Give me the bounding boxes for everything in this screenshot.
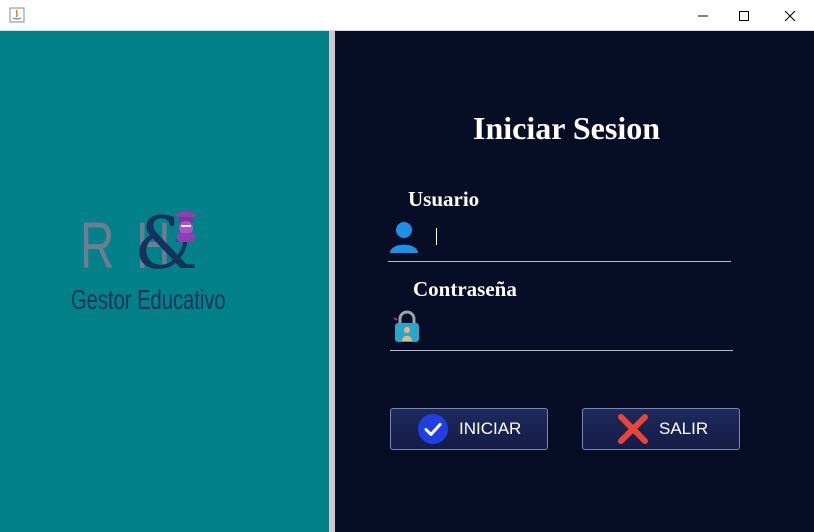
- page-title: Iniciar Sesion: [473, 110, 660, 146]
- password-label: Contraseña: [413, 277, 517, 301]
- maximize-icon: [739, 10, 749, 21]
- close-icon: [784, 10, 796, 21]
- exit-button[interactable]: SALIR: [582, 408, 740, 450]
- minimize-icon: [698, 15, 708, 16]
- login-panel: [335, 31, 814, 532]
- password-field[interactable]: [430, 313, 734, 345]
- password-underline: [390, 350, 733, 351]
- username-label: Usuario: [408, 187, 480, 211]
- text-cursor: [436, 228, 437, 245]
- graduate-icon: [174, 210, 198, 242]
- minimize-button[interactable]: [680, 0, 726, 31]
- maximize-button[interactable]: [721, 0, 767, 31]
- logo: R H &: [80, 201, 250, 285]
- login-button-label: INICIAR: [459, 419, 522, 438]
- x-icon: [618, 414, 648, 444]
- lock-icon: [393, 310, 419, 342]
- login-button[interactable]: INICIAR: [390, 408, 548, 450]
- java-icon: [9, 7, 25, 23]
- exit-button-label: SALIR: [659, 419, 709, 438]
- username-underline: [388, 261, 731, 262]
- logo-subtitle: Gestor Educativo: [71, 284, 226, 315]
- username-field[interactable]: [430, 222, 734, 254]
- title-bar: [0, 0, 814, 31]
- check-circle-icon: [418, 414, 448, 444]
- user-icon: [390, 222, 418, 253]
- close-button[interactable]: [767, 0, 813, 31]
